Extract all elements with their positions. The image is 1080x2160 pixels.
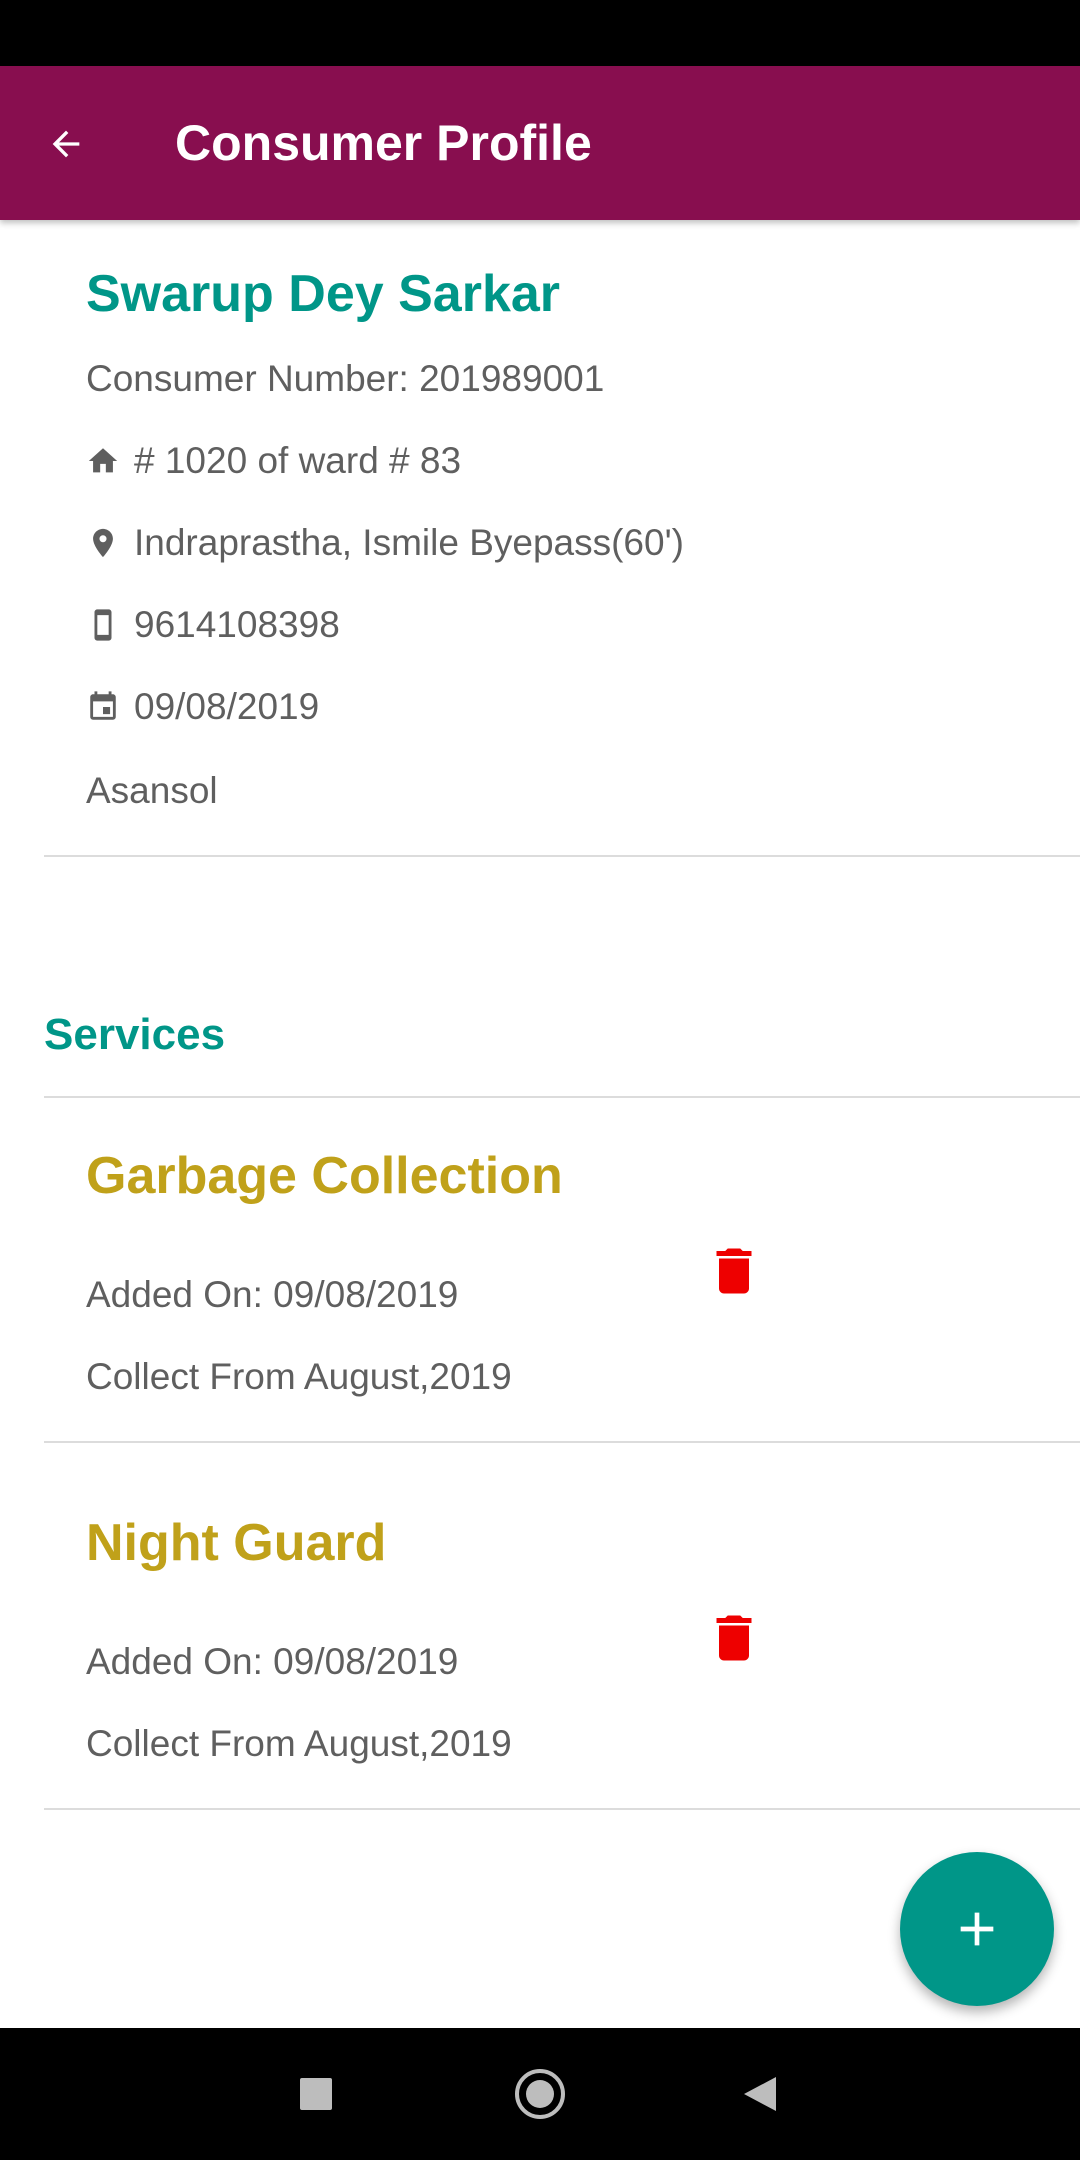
phone-icon <box>86 605 120 645</box>
page-title: Consumer Profile <box>175 115 592 171</box>
divider <box>44 1808 1080 1810</box>
square-icon <box>300 2078 332 2110</box>
divider <box>44 1096 1080 1098</box>
date-line: 09/08/2019 <box>86 686 319 728</box>
service-collect-from: Collect From August,2019 <box>86 1723 512 1764</box>
back-button[interactable] <box>28 106 104 182</box>
consumer-number: Consumer Number: 201989001 <box>86 358 604 400</box>
delete-service-button[interactable] <box>704 1605 764 1671</box>
phone-line: 9614108398 <box>86 604 340 646</box>
date-text: 09/08/2019 <box>134 686 320 727</box>
city-line: Asansol <box>86 770 218 812</box>
recents-button[interactable] <box>276 2054 356 2134</box>
city-text: Asansol <box>86 770 218 811</box>
plus-icon <box>960 1912 994 1946</box>
house-line: # 1020 of ward # 83 <box>86 440 461 482</box>
home-icon <box>86 441 120 481</box>
address-text: Indraprastha, Ismile Byepass(60') <box>134 522 684 563</box>
address-line: Indraprastha, Ismile Byepass(60') <box>86 522 684 564</box>
consumer-number-text: Consumer Number: 201989001 <box>86 358 605 399</box>
back-nav-button[interactable] <box>720 2054 800 2134</box>
service-name: Garbage Collection <box>86 1147 563 1205</box>
triangle-back-icon <box>744 2077 776 2111</box>
services-heading: Services <box>44 1010 226 1059</box>
service-collect-from: Collect From August,2019 <box>86 1356 512 1397</box>
service-added-on: Added On: 09/08/2019 <box>86 1274 459 1315</box>
service-name: Night Guard <box>86 1514 387 1572</box>
home-button[interactable] <box>500 2054 580 2134</box>
location-pin-icon <box>86 523 120 563</box>
system-nav-bar <box>0 2028 1080 2160</box>
phone-text: 9614108398 <box>134 604 340 645</box>
divider <box>44 1441 1080 1443</box>
consumer-name: Swarup Dey Sarkar <box>86 265 561 323</box>
arrow-back-icon <box>52 130 80 158</box>
screen: Consumer Profile Swarup Dey Sarkar Consu… <box>0 0 1080 2160</box>
service-added-on: Added On: 09/08/2019 <box>86 1641 459 1682</box>
divider <box>44 855 1080 857</box>
status-bar <box>0 0 1080 66</box>
app-bar: Consumer Profile <box>0 66 1080 220</box>
house-text: # 1020 of ward # 83 <box>134 440 462 481</box>
trash-icon <box>716 1615 752 1661</box>
delete-service-button[interactable] <box>704 1238 764 1304</box>
circle-icon <box>515 2069 565 2119</box>
add-service-button[interactable] <box>900 1852 1054 2006</box>
trash-icon <box>716 1248 752 1294</box>
calendar-icon <box>86 687 120 727</box>
